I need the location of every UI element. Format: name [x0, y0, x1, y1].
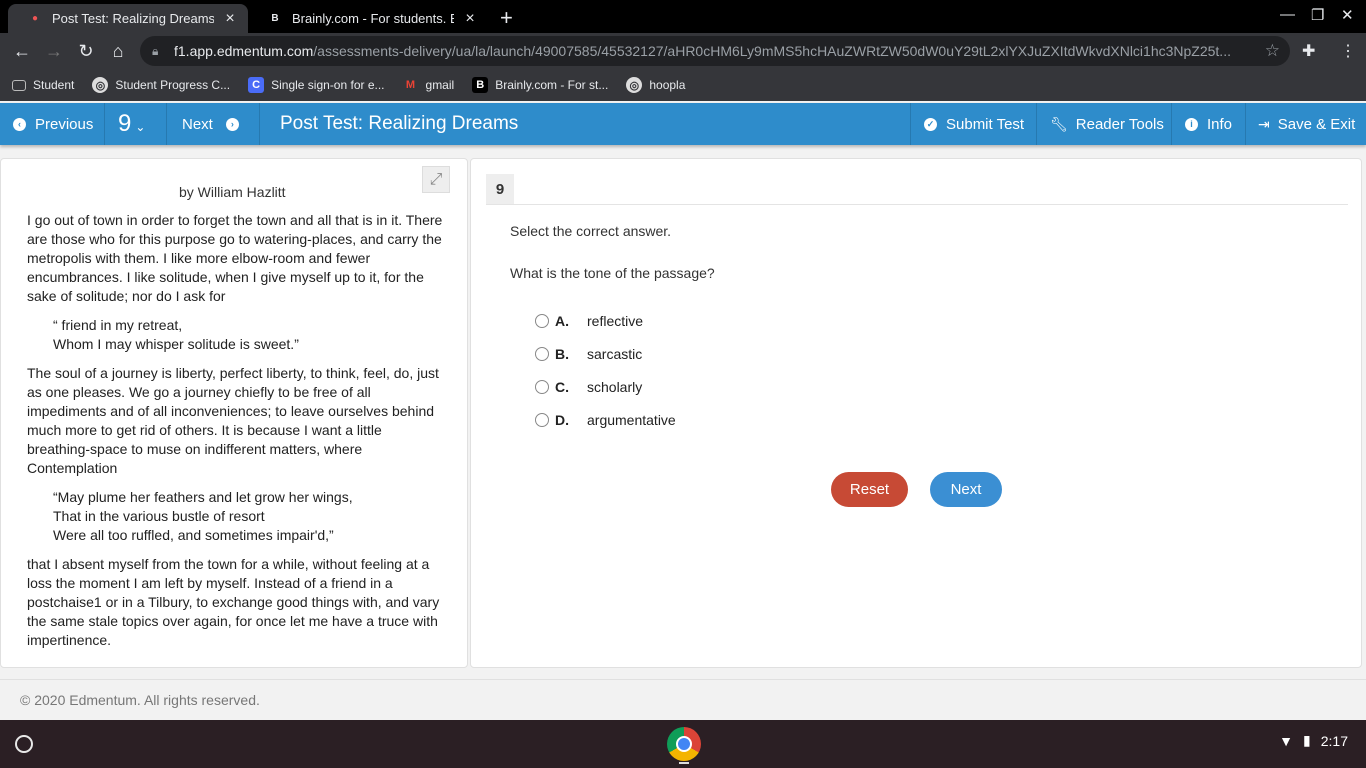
passage-verse: “ friend in my retreat, Whom I may whisp…	[53, 317, 299, 352]
chevron-right-icon: ›	[225, 117, 239, 131]
bookmark-student[interactable]: Student	[12, 78, 74, 92]
folder-icon	[12, 79, 26, 91]
brainly-icon: B	[472, 77, 489, 93]
edmentum-favicon-icon: ●	[31, 13, 39, 24]
running-indicator	[679, 762, 689, 764]
radio-button[interactable]	[535, 314, 549, 328]
brainly-favicon-icon: B	[271, 13, 279, 24]
globe-icon: ◎	[92, 77, 109, 93]
bookmark-single-sign-on[interactable]: C Single sign-on for e...	[248, 77, 385, 93]
extensions-puzzle-icon[interactable]: ✚	[1302, 41, 1315, 61]
passage-text: I go out of town in order to forget the …	[27, 211, 447, 660]
clock: 2:17	[1320, 732, 1348, 749]
clever-icon: C	[248, 77, 265, 93]
browser-tab-strip: ● Post Test: Realizing Dreams × B Brainl…	[0, 0, 1366, 33]
close-tab-icon[interactable]: ×	[462, 10, 478, 28]
chrome-browser-icon[interactable]	[667, 727, 701, 761]
bookmarks-bar: Student ◎ Student Progress C... C Single…	[0, 69, 1366, 101]
info-icon: i	[1185, 117, 1198, 131]
question-panel: 9 Select the correct answer. What is the…	[470, 158, 1362, 668]
passage-author: by William Hazlitt	[179, 184, 286, 200]
forward-arrow-icon[interactable]: →	[42, 39, 66, 63]
browser-toolbar: ← → ↻ ⌂ 🔒︎ f1.app.edmentum.com/assessmen…	[0, 33, 1366, 69]
tab-title: Brainly.com - For students. By st	[292, 11, 454, 26]
bookmark-hoopla[interactable]: ◎ hoopla	[626, 77, 685, 93]
info-button[interactable]: i Info	[1172, 103, 1246, 145]
check-circle-icon: ✓	[924, 117, 937, 131]
minimize-icon[interactable]: —	[1280, 6, 1295, 23]
chevron-down-icon: ⌄	[135, 120, 146, 134]
answer-option-b[interactable]: B. sarcastic	[535, 346, 642, 362]
passage-paragraph: The soul of a journey is liberty, perfec…	[27, 365, 439, 476]
submit-test-button[interactable]: ✓ Submit Test	[910, 103, 1037, 145]
tab-brainly[interactable]: B Brainly.com - For students. By st ×	[248, 4, 488, 33]
radio-button[interactable]	[535, 380, 549, 394]
new-tab-icon[interactable]: +	[500, 5, 513, 31]
bookmark-star-icon[interactable]: ☆	[1265, 41, 1280, 61]
copyright-text: © 2020 Edmentum. All rights reserved.	[20, 692, 260, 708]
question-instruction: Select the correct answer.	[510, 223, 672, 239]
browser-menu-icon[interactable]: ⋮	[1340, 41, 1356, 61]
passage-panel[interactable]: ⤢ by William Hazlitt I go out of town in…	[0, 158, 468, 668]
bookmark-student-progress[interactable]: ◎ Student Progress C...	[92, 77, 230, 93]
reset-button[interactable]: Reset	[831, 472, 908, 507]
question-selector-dropdown[interactable]: 9 ⌄	[105, 103, 167, 145]
tab-post-test[interactable]: ● Post Test: Realizing Dreams ×	[8, 4, 248, 33]
restore-icon[interactable]: ❐	[1311, 6, 1324, 24]
os-shelf: ▼ ▮ 2:17	[0, 720, 1366, 768]
globe-icon: ◎	[626, 77, 643, 93]
url-text: f1.app.edmentum.com/assessments-delivery…	[174, 43, 1231, 59]
passage-paragraph: that I absent myself from the town for a…	[27, 556, 440, 648]
reload-icon[interactable]: ↻	[74, 39, 98, 63]
close-tab-icon[interactable]: ×	[222, 10, 238, 28]
next-question-button[interactable]: Next	[930, 472, 1002, 507]
question-number-badge: 9	[486, 174, 514, 204]
reader-tools-button[interactable]: 🔧︎ Reader Tools	[1037, 103, 1172, 145]
save-exit-button[interactable]: ⇥ Save & Exit	[1246, 103, 1366, 145]
gmail-icon: M	[405, 79, 416, 91]
bookmark-gmail[interactable]: M gmail	[403, 77, 454, 93]
divider	[486, 204, 1348, 205]
system-tray[interactable]: ▼ ▮ 2:17	[1279, 732, 1348, 749]
passage-verse: “May plume her feathers and let grow her…	[53, 489, 353, 543]
previous-button[interactable]: ‹ Previous	[0, 103, 105, 145]
launcher-icon[interactable]	[15, 735, 33, 753]
test-app-bar: ‹ Previous 9 ⌄ Next › Post Test: Realizi…	[0, 103, 1366, 145]
wrench-icon: 🔧︎	[1050, 115, 1068, 132]
chevron-left-icon: ‹	[13, 117, 26, 131]
lock-icon: 🔒︎	[152, 43, 159, 58]
sign-out-icon: ⇥	[1258, 115, 1270, 132]
close-window-icon[interactable]: ✕	[1341, 6, 1354, 24]
home-icon[interactable]: ⌂	[106, 39, 130, 63]
address-bar[interactable]: 🔒︎ f1.app.edmentum.com/assessments-deliv…	[140, 36, 1290, 66]
radio-button[interactable]	[535, 347, 549, 361]
radio-button[interactable]	[535, 413, 549, 427]
passage-paragraph: I go out of town in order to forget the …	[27, 212, 443, 304]
battery-icon: ▮	[1303, 732, 1311, 748]
page-title: Post Test: Realizing Dreams	[280, 113, 519, 134]
wifi-icon: ▼	[1279, 732, 1294, 749]
answer-option-a[interactable]: A. reflective	[535, 313, 643, 329]
back-arrow-icon[interactable]: ←	[10, 39, 34, 63]
question-text: What is the tone of the passage?	[510, 265, 715, 281]
answer-option-c[interactable]: C. scholarly	[535, 379, 642, 395]
next-button[interactable]: Next ›	[167, 103, 260, 145]
bookmark-brainly[interactable]: B Brainly.com - For st...	[472, 77, 608, 93]
tab-title: Post Test: Realizing Dreams	[52, 11, 214, 26]
answer-option-d[interactable]: D. argumentative	[535, 412, 676, 428]
page-footer: © 2020 Edmentum. All rights reserved.	[0, 679, 1366, 720]
expand-icon[interactable]: ⤢	[422, 166, 450, 193]
